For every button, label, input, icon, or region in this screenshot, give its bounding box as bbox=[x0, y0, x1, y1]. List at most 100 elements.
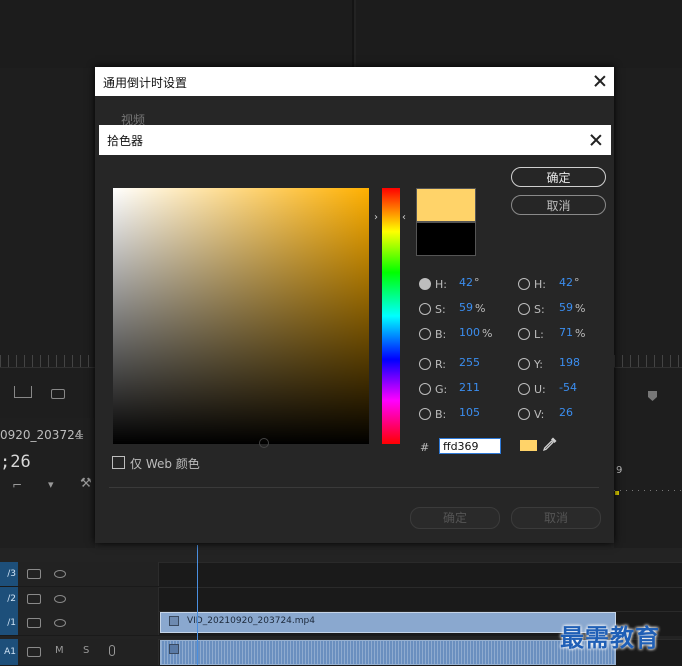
hsb-s-unit: % bbox=[475, 302, 486, 315]
export-frame-icon[interactable] bbox=[14, 386, 32, 398]
playhead-line[interactable] bbox=[197, 545, 198, 665]
hex-input[interactable] bbox=[439, 438, 501, 454]
hsl-l-value[interactable]: 71 bbox=[559, 326, 573, 339]
current-color-chip bbox=[520, 440, 537, 451]
cancel-button[interactable]: 取消 bbox=[511, 195, 606, 215]
track-tag-a1[interactable]: A1 bbox=[0, 639, 18, 665]
video-clip[interactable]: VID_20210920_203724.mp4 bbox=[160, 612, 616, 633]
rgb-g-label: G: bbox=[435, 383, 448, 396]
hue-slider[interactable] bbox=[382, 188, 400, 444]
hsl-l-unit: % bbox=[575, 327, 586, 340]
track-header-v3 bbox=[0, 562, 159, 586]
hsl-h-radio[interactable] bbox=[518, 278, 530, 290]
dialog-titlebar: 通用倒计时设置 bbox=[95, 67, 614, 96]
eye-icon[interactable] bbox=[54, 570, 66, 578]
hsl-h-label: H: bbox=[534, 278, 546, 291]
cancel-button[interactable]: 取消 bbox=[511, 507, 601, 529]
track-header-v2 bbox=[0, 587, 159, 611]
hsl-l-label: L: bbox=[534, 328, 544, 341]
ok-button[interactable]: 确定 bbox=[410, 507, 500, 529]
hsb-b-radio[interactable] bbox=[419, 328, 431, 340]
yuv-v-label: V: bbox=[534, 408, 545, 421]
program-monitor-panel bbox=[356, 0, 682, 68]
hsb-b-label: B: bbox=[435, 328, 447, 341]
solo-button[interactable]: S bbox=[83, 645, 89, 656]
dialog-title: 通用倒计时设置 bbox=[103, 76, 188, 90]
hsl-l-radio[interactable] bbox=[518, 328, 530, 340]
yuv-u-radio[interactable] bbox=[518, 383, 530, 395]
color-picker-dialog: 拾色器 › ‹ 确定 取消 H: 42 ° S: 59 % B: 100 % R… bbox=[99, 125, 611, 483]
timeline-ruler-ticks bbox=[614, 490, 682, 491]
rgb-r-radio[interactable] bbox=[419, 358, 431, 370]
in-point-marker bbox=[615, 491, 619, 495]
toggle-sync-icon[interactable] bbox=[27, 569, 41, 579]
hue-slider-left-arrow[interactable]: › bbox=[374, 212, 378, 223]
time-ruler-right bbox=[614, 355, 682, 368]
rgb-r-value[interactable]: 255 bbox=[459, 356, 480, 369]
hex-prefix: # bbox=[420, 441, 430, 454]
marker-tool-icon[interactable]: ▾ bbox=[48, 478, 54, 491]
ok-button[interactable]: 确定 bbox=[511, 167, 606, 187]
rgb-g-radio[interactable] bbox=[419, 383, 431, 395]
rgb-g-value[interactable]: 211 bbox=[459, 381, 480, 394]
hsl-s-unit: % bbox=[575, 302, 586, 315]
hsb-b-value[interactable]: 100 bbox=[459, 326, 480, 339]
track-tag-v2[interactable]: /2 bbox=[0, 587, 18, 611]
watermark: 最需教育 bbox=[560, 623, 660, 652]
toggle-sync-icon[interactable] bbox=[27, 647, 41, 657]
yuv-u-label: U: bbox=[534, 383, 546, 396]
close-icon[interactable] bbox=[592, 73, 608, 89]
clip-name: VID_20210920_203724.mp4 bbox=[187, 616, 315, 626]
hsl-s-label: S: bbox=[534, 303, 545, 316]
sequence-tab-label[interactable]: 0920_203724 bbox=[0, 428, 82, 442]
web-colors-checkbox[interactable] bbox=[112, 456, 125, 469]
hsb-h-unit: ° bbox=[474, 276, 480, 289]
camera-icon[interactable] bbox=[51, 389, 65, 399]
microphone-icon[interactable] bbox=[109, 645, 115, 656]
close-icon[interactable] bbox=[588, 132, 604, 148]
web-colors-label: 仅 Web 颜色 bbox=[130, 457, 200, 471]
wrench-icon[interactable]: ⚒ bbox=[80, 476, 92, 491]
saturation-brightness-field[interactable] bbox=[113, 188, 369, 448]
mute-button[interactable]: M bbox=[55, 645, 64, 656]
tab-menu-icon[interactable]: ≡ bbox=[75, 430, 84, 443]
track-header-a1 bbox=[0, 639, 159, 665]
yuv-v-value[interactable]: 26 bbox=[559, 406, 573, 419]
toggle-sync-icon[interactable] bbox=[27, 594, 41, 604]
eye-icon[interactable] bbox=[54, 595, 66, 603]
hsb-s-value[interactable]: 59 bbox=[459, 301, 473, 314]
fx-badge-icon bbox=[169, 616, 179, 626]
source-monitor-panel bbox=[0, 0, 354, 68]
rgb-b-radio[interactable] bbox=[419, 408, 431, 420]
eye-icon[interactable] bbox=[54, 619, 66, 627]
track-tag-v1[interactable]: /1 bbox=[0, 611, 18, 635]
hsb-s-radio[interactable] bbox=[419, 303, 431, 315]
hsb-s-label: S: bbox=[435, 303, 446, 316]
track-tag-v3[interactable]: /3 bbox=[0, 562, 18, 586]
yuv-y-radio[interactable] bbox=[518, 358, 530, 370]
hsl-h-unit: ° bbox=[574, 276, 580, 289]
yuv-v-radio[interactable] bbox=[518, 408, 530, 420]
hsl-s-radio[interactable] bbox=[518, 303, 530, 315]
hsb-h-value[interactable]: 42 bbox=[459, 276, 473, 289]
eyedropper-icon[interactable] bbox=[542, 436, 558, 452]
yuv-y-value[interactable]: 198 bbox=[559, 356, 580, 369]
time-ruler-left bbox=[0, 355, 95, 368]
new-color-swatch bbox=[416, 188, 476, 222]
playhead-timecode[interactable]: ;26 bbox=[0, 452, 31, 472]
toggle-sync-icon[interactable] bbox=[27, 618, 41, 628]
audio-clip[interactable] bbox=[160, 640, 616, 665]
field-cursor[interactable] bbox=[259, 438, 269, 448]
original-color-swatch[interactable] bbox=[416, 222, 476, 256]
hsl-s-value[interactable]: 59 bbox=[559, 301, 573, 314]
yuv-y-label: Y: bbox=[534, 358, 543, 371]
hsb-h-radio[interactable] bbox=[419, 278, 431, 290]
hue-slider-right-arrow[interactable]: ‹ bbox=[402, 212, 406, 223]
rgb-b-value[interactable]: 105 bbox=[459, 406, 480, 419]
snap-icon[interactable]: ⌐ bbox=[12, 478, 22, 492]
right-panel bbox=[614, 68, 682, 548]
hsl-h-value[interactable]: 42 bbox=[559, 276, 573, 289]
rgb-r-label: R: bbox=[435, 358, 447, 371]
track-header-v1 bbox=[0, 611, 159, 635]
yuv-u-value[interactable]: -54 bbox=[559, 381, 577, 394]
